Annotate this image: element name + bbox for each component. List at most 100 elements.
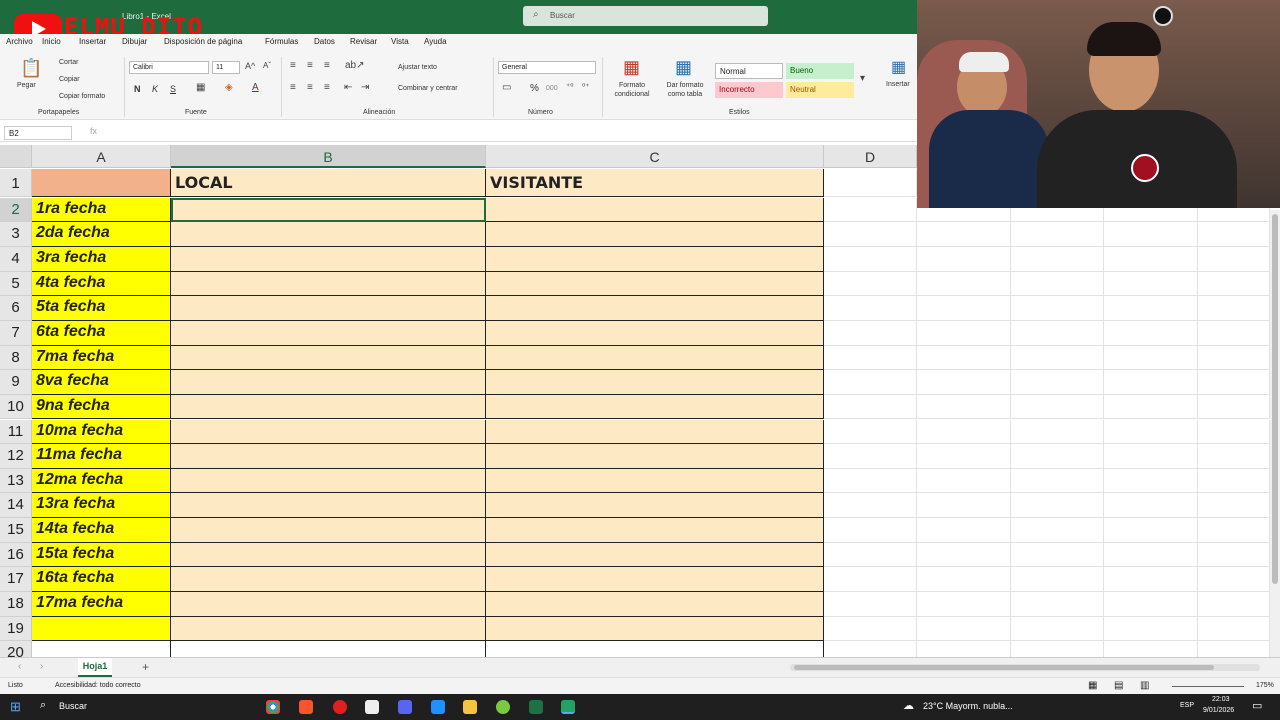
cell-b6[interactable] — [171, 296, 486, 321]
cell-a10[interactable]: 9na fecha — [32, 394, 171, 420]
row-header[interactable]: 5 — [0, 271, 32, 297]
cell-c12[interactable] — [486, 444, 824, 469]
cell-empty[interactable] — [1011, 592, 1104, 617]
cell-c6[interactable] — [486, 296, 824, 321]
cell-empty[interactable] — [1104, 542, 1198, 568]
cell-empty[interactable] — [824, 169, 917, 197]
cell-b12[interactable] — [171, 444, 486, 469]
font-color-icon[interactable]: A — [252, 82, 259, 93]
cell-empty[interactable] — [1011, 370, 1104, 395]
shrink-font-icon[interactable]: Aˇ — [263, 61, 271, 70]
cell-empty[interactable] — [1011, 468, 1104, 494]
tab-dibujar[interactable]: Dibujar — [122, 37, 147, 46]
col-header-d[interactable]: D — [824, 145, 917, 168]
cell-c19[interactable] — [486, 616, 824, 642]
cell-a14[interactable]: 13ra fecha — [32, 493, 171, 519]
page-break-icon[interactable]: ▥ — [1140, 680, 1149, 691]
cell-empty[interactable] — [917, 493, 1011, 519]
cell-empty[interactable] — [1011, 493, 1104, 519]
row-header[interactable]: 19 — [0, 616, 32, 642]
cell-c20[interactable] — [486, 641, 824, 657]
cell-b11[interactable] — [171, 419, 486, 445]
cell-empty[interactable] — [824, 296, 917, 321]
cell-empty[interactable] — [824, 222, 917, 247]
row-header[interactable]: 7 — [0, 320, 32, 346]
tab-disposicion[interactable]: Disposición de página — [164, 37, 242, 46]
cell-empty[interactable] — [1198, 419, 1270, 445]
cell-empty[interactable] — [1011, 518, 1104, 543]
cell-c15[interactable] — [486, 518, 824, 543]
chrome-icon[interactable] — [266, 700, 280, 714]
cell-empty[interactable] — [824, 370, 917, 395]
cell-empty[interactable] — [1198, 345, 1270, 371]
cell-b10[interactable] — [171, 394, 486, 420]
row-header[interactable]: 3 — [0, 222, 32, 247]
cell-empty[interactable] — [1198, 468, 1270, 494]
cell-empty[interactable] — [1104, 394, 1198, 420]
increase-decimal-icon[interactable]: ⁺⁰ — [566, 82, 573, 91]
style-bad[interactable]: Incorrecto — [715, 82, 783, 98]
cell-a2[interactable]: 1ra fecha — [32, 197, 171, 223]
row-header[interactable]: 15 — [0, 518, 32, 543]
cell-empty[interactable] — [824, 271, 917, 297]
cell-empty[interactable] — [1104, 271, 1198, 297]
col-header-b[interactable]: B — [171, 145, 486, 168]
cell-empty[interactable] — [1198, 320, 1270, 346]
pen-icon[interactable] — [431, 700, 445, 714]
cell-empty[interactable] — [1104, 641, 1198, 657]
percent-button[interactable]: % — [530, 83, 539, 94]
cell-c8[interactable] — [486, 345, 824, 371]
cell-c1[interactable]: VISITANTE — [486, 169, 824, 197]
cell-empty[interactable] — [917, 345, 1011, 371]
page-layout-icon[interactable]: ▤ — [1114, 680, 1123, 691]
cell-c14[interactable] — [486, 493, 824, 519]
row-header[interactable]: 11 — [0, 419, 32, 445]
cell-empty[interactable] — [1198, 271, 1270, 297]
start-icon[interactable]: ⊞ — [10, 699, 21, 715]
conditional-format-button[interactable]: Formato condicional — [608, 81, 656, 99]
cell-empty[interactable] — [917, 394, 1011, 420]
row-header[interactable]: 14 — [0, 493, 32, 519]
cell-a5[interactable]: 4ta fecha — [32, 271, 171, 297]
styles-more-icon[interactable]: ▾ — [860, 73, 865, 84]
search-box[interactable]: ⌕ Buscar — [523, 6, 768, 26]
cell-empty[interactable] — [1011, 296, 1104, 321]
cell-empty[interactable] — [824, 542, 917, 568]
cell-empty[interactable] — [917, 444, 1011, 469]
cell-empty[interactable] — [1104, 567, 1198, 593]
clock-date[interactable]: 9/01/2026 — [1203, 707, 1234, 714]
cell-b2[interactable] — [171, 197, 486, 223]
cell-empty[interactable] — [1104, 592, 1198, 617]
cell-empty[interactable] — [917, 320, 1011, 346]
horizontal-scrollbar[interactable] — [790, 664, 1260, 671]
cell-empty[interactable] — [824, 246, 917, 272]
cell-a17[interactable]: 16ta fecha — [32, 567, 171, 593]
cell-c13[interactable] — [486, 468, 824, 494]
cell-a19[interactable] — [32, 616, 171, 642]
brave-icon[interactable] — [299, 700, 313, 714]
cell-empty[interactable] — [824, 567, 917, 593]
cell-c11[interactable] — [486, 419, 824, 445]
cell-empty[interactable] — [1198, 592, 1270, 617]
clock-time[interactable]: 22:03 — [1212, 696, 1230, 703]
cell-empty[interactable] — [1198, 246, 1270, 272]
bold-button[interactable]: N — [134, 84, 141, 94]
wrap-text-button[interactable]: Ajustar texto — [398, 64, 437, 71]
cell-a18[interactable]: 17ma fecha — [32, 592, 171, 617]
cut-button[interactable]: Cortar — [59, 59, 78, 66]
borders-icon[interactable]: ▦ — [196, 82, 205, 93]
decrease-decimal-icon[interactable]: ⁰⁺ — [582, 82, 589, 91]
italic-button[interactable]: K — [152, 84, 158, 94]
cell-empty[interactable] — [1011, 542, 1104, 568]
cell-c2[interactable] — [486, 197, 824, 223]
row-header[interactable]: 20 — [0, 641, 32, 657]
capcut-icon[interactable] — [365, 700, 379, 714]
cell-empty[interactable] — [1198, 518, 1270, 543]
cell-b19[interactable] — [171, 616, 486, 642]
col-header-a[interactable]: A — [32, 145, 171, 168]
cell-a20[interactable] — [32, 641, 171, 657]
row-header[interactable]: 12 — [0, 444, 32, 469]
cell-empty[interactable] — [824, 345, 917, 371]
tab-datos[interactable]: Datos — [314, 37, 335, 46]
row-header[interactable]: 10 — [0, 394, 32, 420]
